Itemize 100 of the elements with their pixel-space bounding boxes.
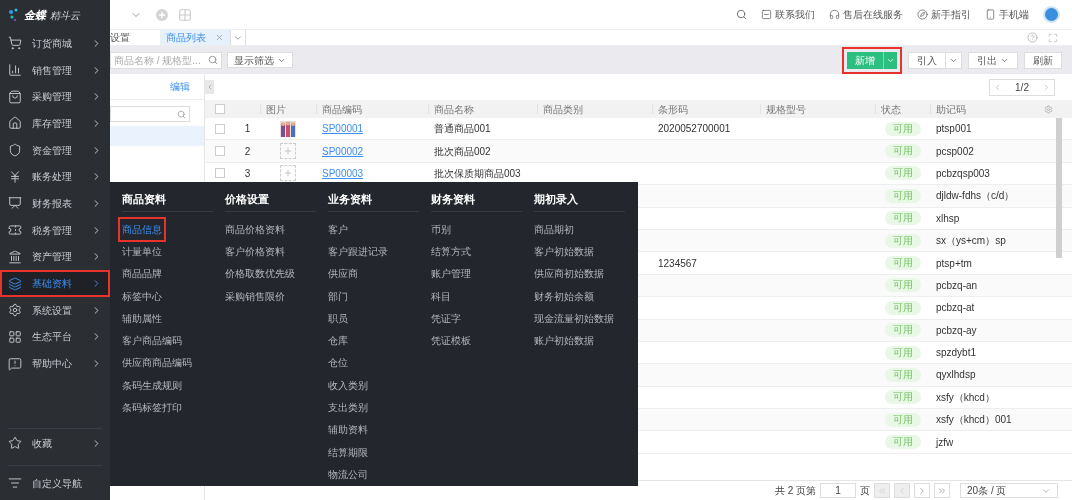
menu-item[interactable]: 计量单位 (122, 243, 162, 259)
menu-item[interactable]: 凭证模板 (431, 333, 471, 349)
menu-item[interactable]: 辅助属性 (122, 310, 162, 326)
menu-item[interactable]: 辅助资料 (328, 422, 368, 438)
top-link[interactable]: 联系我们 (761, 7, 815, 22)
avatar[interactable] (1043, 6, 1060, 23)
menu-item[interactable]: 职员 (328, 310, 348, 326)
top-link[interactable]: 售后在线服务 (829, 7, 903, 22)
menu-item[interactable]: 财务初始余额 (534, 288, 594, 304)
menu-item[interactable]: 商品期初 (534, 221, 574, 237)
sidebar-item[interactable]: 库存管理 (0, 110, 110, 137)
tab[interactable]: 设置 (110, 30, 160, 45)
prev-page-button[interactable] (894, 483, 910, 498)
help-icon[interactable] (1027, 32, 1038, 43)
toolbar-button[interactable]: 引入 (908, 51, 962, 69)
menu-item[interactable]: 客户商品编码 (122, 333, 182, 349)
menu-item[interactable]: 客户价格资料 (225, 243, 285, 259)
menu-item[interactable]: 商品品牌 (122, 266, 162, 282)
sidebar-item[interactable]: 账务处理 (0, 163, 110, 191)
menu-item[interactable]: 部门 (328, 288, 348, 304)
last-page-button[interactable] (934, 483, 950, 498)
menu-item[interactable]: 账户初始数据 (534, 333, 594, 349)
top-link[interactable]: 手机端 (985, 7, 1029, 22)
menu-item[interactable]: 商品信息 (120, 218, 164, 240)
menu-item[interactable]: 价格取数优先级 (225, 266, 295, 282)
checkbox[interactable] (215, 168, 225, 179)
menu-item[interactable]: 支出类别 (328, 400, 368, 415)
sidebar-item[interactable]: 基础资料 (0, 270, 110, 297)
menu-item[interactable]: 结算方式 (431, 243, 471, 259)
menu-item[interactable]: 采购销售限价 (225, 288, 285, 304)
menu-item[interactable]: 仓库 (328, 333, 348, 349)
sidebar-item[interactable]: 销售管理 (0, 56, 110, 84)
message-icon (761, 9, 772, 20)
collapse-button[interactable] (205, 80, 214, 94)
status-tag: 可用 (884, 323, 921, 338)
first-page-button[interactable] (874, 483, 890, 498)
chevron-left-icon[interactable] (993, 82, 1002, 92)
filter-button[interactable]: 显示筛选 (227, 52, 293, 68)
menu-item[interactable]: 标签中心 (122, 288, 162, 304)
table-cell: 1234567 (658, 257, 697, 269)
add-image-icon[interactable] (280, 165, 296, 182)
category-search-field[interactable] (110, 106, 190, 122)
scrollbar[interactable] (1056, 118, 1062, 258)
sidebar-item[interactable]: 系统设置 (0, 296, 110, 324)
shield-icon (8, 143, 22, 158)
menu-item[interactable]: 现金流量初始数据 (534, 310, 614, 326)
menu-item[interactable]: 供应商商品编码 (122, 355, 192, 371)
sidebar-item[interactable]: 采购管理 (0, 83, 110, 111)
sidebar-item[interactable]: 资产管理 (0, 243, 110, 271)
selected-category-row[interactable] (110, 126, 204, 146)
sidebar-item[interactable]: 税务管理 (0, 216, 110, 244)
fullscreen-icon[interactable] (1048, 32, 1058, 43)
checkbox[interactable] (215, 123, 225, 134)
menu-item[interactable]: 供应商初始数据 (534, 266, 604, 282)
page-navigator[interactable]: 1/2 (989, 78, 1055, 96)
product-code-link[interactable]: SP00001 (322, 123, 364, 135)
search-icon[interactable] (177, 109, 186, 119)
add-circle-icon[interactable] (154, 6, 170, 23)
menu-item[interactable]: 客户初始数据 (534, 243, 594, 259)
sidebar-item[interactable]: 帮助中心 (0, 350, 110, 377)
menu-item[interactable]: 条码标签打印 (122, 400, 182, 415)
menu-item[interactable]: 商品价格资料 (225, 221, 285, 237)
menu-item[interactable]: 仓位 (328, 355, 348, 371)
chevron-right-icon[interactable] (1042, 82, 1051, 92)
menu-item[interactable]: 币别 (431, 221, 451, 237)
settings-icon[interactable] (1043, 104, 1053, 114)
sidebar-item[interactable]: 财务报表 (0, 190, 110, 217)
add-image-icon[interactable] (280, 143, 296, 160)
close-icon[interactable] (215, 33, 224, 42)
checkbox[interactable] (215, 104, 225, 114)
menu-item[interactable]: 客户 (328, 221, 348, 237)
search-icon[interactable] (208, 55, 218, 65)
menu-item[interactable]: 物流公司 (328, 466, 368, 482)
menu-item[interactable]: 客户跟进记录 (328, 243, 388, 259)
toolbar-button[interactable]: 引出 (968, 51, 1018, 69)
page-input[interactable]: 1 (820, 483, 856, 498)
menu-item[interactable]: 结算期限 (328, 444, 368, 460)
toolbar-button[interactable]: 刷新 (1024, 51, 1062, 69)
page-size-select[interactable]: 20条 / 页 (960, 483, 1058, 498)
logo-product: 精斗云 (50, 8, 80, 23)
menu-item[interactable]: 账户管理 (431, 266, 471, 282)
menu-item[interactable]: 供应商 (328, 266, 358, 282)
column-header: 状态 (881, 102, 901, 117)
search-icon[interactable] (736, 9, 747, 20)
top-link[interactable]: 新手指引 (917, 7, 971, 22)
edit-link[interactable]: 编辑 (170, 79, 190, 94)
status-tag: 可用 (884, 300, 921, 315)
product-code-link[interactable]: SP00003 (322, 167, 364, 179)
menu-item[interactable]: 凭证字 (431, 310, 461, 326)
sidebar-item[interactable]: 订货商城 (0, 30, 110, 57)
sidebar-item[interactable]: 资金管理 (0, 136, 110, 164)
search-field[interactable]: 商品名称 / 规格型... (110, 51, 222, 69)
next-page-button[interactable] (914, 483, 930, 498)
sidebar-item[interactable]: 自定义导航 (0, 466, 110, 500)
checkbox[interactable] (215, 146, 225, 157)
sidebar-item[interactable]: 收藏 (0, 429, 110, 457)
menu-item[interactable]: 条码生成规则 (122, 377, 182, 393)
sidebar-item[interactable]: 生态平台 (0, 323, 110, 351)
menu-item[interactable]: 科目 (431, 288, 451, 304)
menu-item[interactable]: 收入类别 (328, 377, 368, 393)
